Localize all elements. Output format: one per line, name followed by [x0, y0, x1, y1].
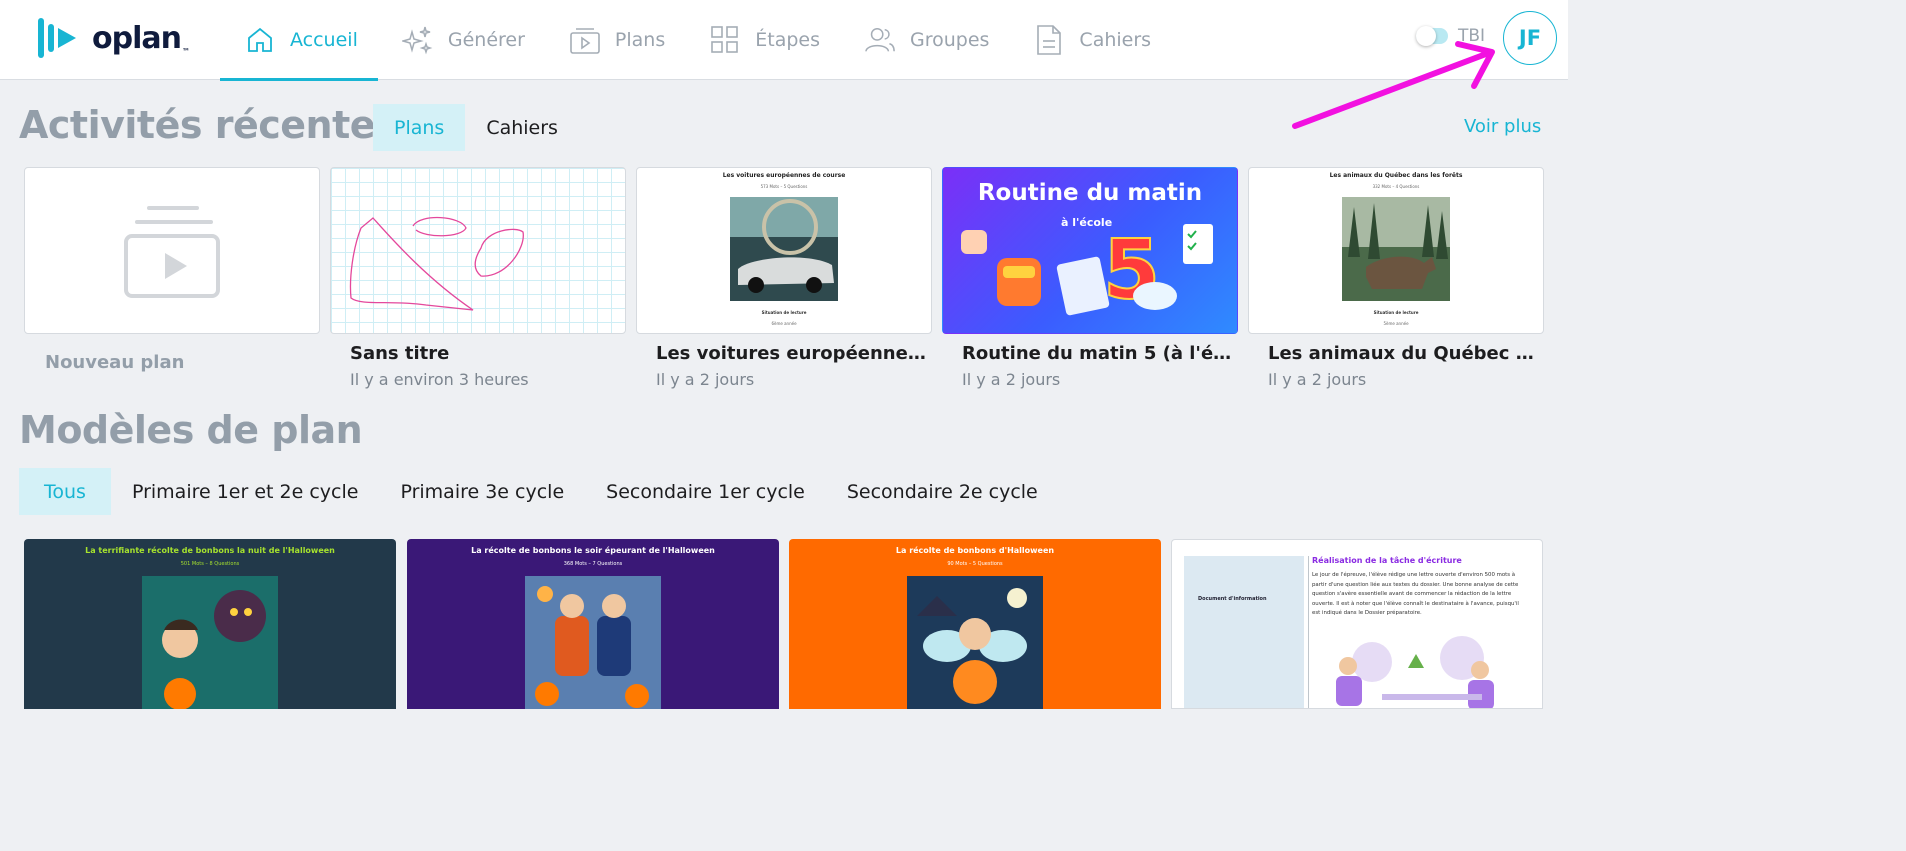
- user-avatar[interactable]: JF: [1503, 11, 1557, 65]
- card-title: Les animaux du Québec dans les forêts: [1268, 343, 1538, 364]
- template-card[interactable]: La récolte de bonbons d'Halloween 90 Mot…: [789, 539, 1161, 709]
- nav-label: Accueil: [290, 29, 358, 51]
- document-cover-title: Document d'information: [1198, 596, 1267, 602]
- filter-secondaire-1[interactable]: Secondaire 1er cycle: [585, 468, 826, 515]
- nav-label: Cahiers: [1079, 29, 1152, 51]
- template-meta: 368 Mots – 7 Questions: [563, 561, 623, 567]
- nav-label: Étapes: [755, 29, 820, 51]
- routine-illustration: 5: [961, 222, 1213, 319]
- nav-label: Plans: [614, 29, 666, 51]
- thumb-meta: 573 Mots – 5 Questions: [760, 184, 808, 189]
- top-navigation-bar: oplan™ Accueil Générer Plans Étapes Grou…: [0, 0, 1568, 81]
- template-card[interactable]: La récolte de bonbons le soir épeurant d…: [407, 539, 779, 709]
- writing-illustration: [1336, 636, 1494, 708]
- tab-plans[interactable]: Plans: [373, 104, 466, 151]
- play-board-icon: [569, 24, 601, 56]
- page-divider: [1308, 556, 1309, 708]
- document-cover: Document d'information: [1184, 556, 1304, 708]
- recent-plan-card[interactable]: Les animaux du Québec dans les forêts 33…: [1248, 167, 1544, 334]
- template-heading: Réalisation de la tâche d'écriture: [1312, 556, 1462, 565]
- thumb-grade: 5ème année: [1383, 321, 1409, 326]
- recent-tabs: Plans Cahiers: [373, 104, 579, 151]
- nav-label: Générer: [447, 29, 525, 51]
- toggle-switch[interactable]: [1416, 26, 1448, 46]
- nav-label: Groupes: [909, 29, 990, 51]
- template-card[interactable]: Document d'information Réalisation de la…: [1171, 539, 1543, 709]
- template-filters: Tous Primaire 1er et 2e cycle Primaire 3…: [19, 468, 1059, 515]
- nav-accueil[interactable]: Accueil: [220, 0, 378, 81]
- card-timestamp: Il y a 2 jours: [962, 370, 1061, 389]
- halloween-fairy-image: [907, 576, 1043, 709]
- new-plan-icon: [124, 206, 220, 298]
- halloween-monster-image: [142, 576, 278, 709]
- thumb-grade: 6ème année: [771, 321, 797, 326]
- card-title: Les voitures européennes de course: [656, 343, 926, 364]
- template-meta: 501 Mots – 8 Questions: [180, 561, 240, 567]
- template-heading: La récolte de bonbons le soir épeurant d…: [471, 546, 715, 555]
- card-title: Routine du matin 5 (à l'école): [962, 343, 1232, 364]
- oplan-logo[interactable]: oplan™: [36, 16, 190, 60]
- thumb-heading: Les voitures européennes de course: [722, 172, 846, 179]
- grid-icon: [709, 24, 741, 56]
- tab-cahiers[interactable]: Cahiers: [465, 104, 579, 151]
- thumb-heading: Les animaux du Québec dans les forêts: [1329, 172, 1463, 179]
- thumb-footer: Situation de lecture: [1373, 310, 1419, 315]
- filter-primaire-1-2[interactable]: Primaire 1er et 2e cycle: [111, 468, 380, 515]
- card-timestamp: Il y a 2 jours: [656, 370, 755, 389]
- sketch-thumbnail: [349, 216, 524, 311]
- card-title: Sans titre: [350, 343, 450, 364]
- document-icon: [1033, 24, 1065, 56]
- logo-wordmark: oplan™: [92, 20, 190, 56]
- templates-title: Modèles de plan: [19, 408, 363, 452]
- filter-primaire-3[interactable]: Primaire 3e cycle: [379, 468, 585, 515]
- card-title: Nouveau plan: [45, 352, 185, 373]
- recent-plan-card[interactable]: Les voitures européennes de course 573 M…: [636, 167, 932, 334]
- template-heading: La récolte de bonbons d'Halloween: [895, 546, 1055, 555]
- users-icon: [864, 24, 896, 56]
- sparkles-icon: [401, 24, 434, 56]
- recent-activities-title: Activités récentes: [19, 103, 398, 147]
- nav-groupes[interactable]: Groupes: [840, 0, 1009, 80]
- filter-tous[interactable]: Tous: [19, 468, 111, 515]
- oplan-logo-mark-icon: [36, 16, 84, 60]
- card-timestamp: Il y a environ 3 heures: [350, 370, 529, 389]
- recent-plan-card[interactable]: [330, 167, 626, 334]
- recent-plan-card[interactable]: Routine du matin à l'école 5: [942, 167, 1238, 334]
- nav-generer[interactable]: Générer: [378, 0, 545, 80]
- voir-plus-link[interactable]: Voir plus: [1464, 116, 1541, 137]
- toggle-knob: [1416, 26, 1436, 46]
- forest-animal-image: [1342, 197, 1450, 301]
- template-heading: La terrifiante récolte de bonbons la nui…: [85, 546, 335, 555]
- new-plan-card[interactable]: [24, 167, 320, 334]
- thumb-meta: 332 Mots – 4 Questions: [1372, 184, 1420, 189]
- nav-cahiers[interactable]: Cahiers: [1009, 0, 1171, 80]
- template-meta: 90 Mots – 5 Questions: [947, 561, 1003, 567]
- nav-plans[interactable]: Plans: [545, 0, 685, 80]
- race-car-image: [730, 197, 838, 301]
- tbi-label: TBI: [1458, 26, 1486, 46]
- nav-etapes[interactable]: Étapes: [685, 0, 840, 80]
- template-card[interactable]: La terrifiante récolte de bonbons la nui…: [24, 539, 396, 709]
- thumb-footer: Situation de lecture: [761, 310, 807, 315]
- halloween-kids-image: [525, 576, 661, 709]
- card-timestamp: Il y a 2 jours: [1268, 370, 1367, 389]
- main-nav: Accueil Générer Plans Étapes Groupes Cah…: [220, 0, 1171, 81]
- template-body-text: Le jour de l'épreuve, l'élève rédige une…: [1312, 572, 1519, 616]
- filter-secondaire-2[interactable]: Secondaire 2e cycle: [826, 468, 1059, 515]
- tbi-toggle[interactable]: TBI: [1416, 26, 1485, 46]
- home-icon: [244, 24, 276, 56]
